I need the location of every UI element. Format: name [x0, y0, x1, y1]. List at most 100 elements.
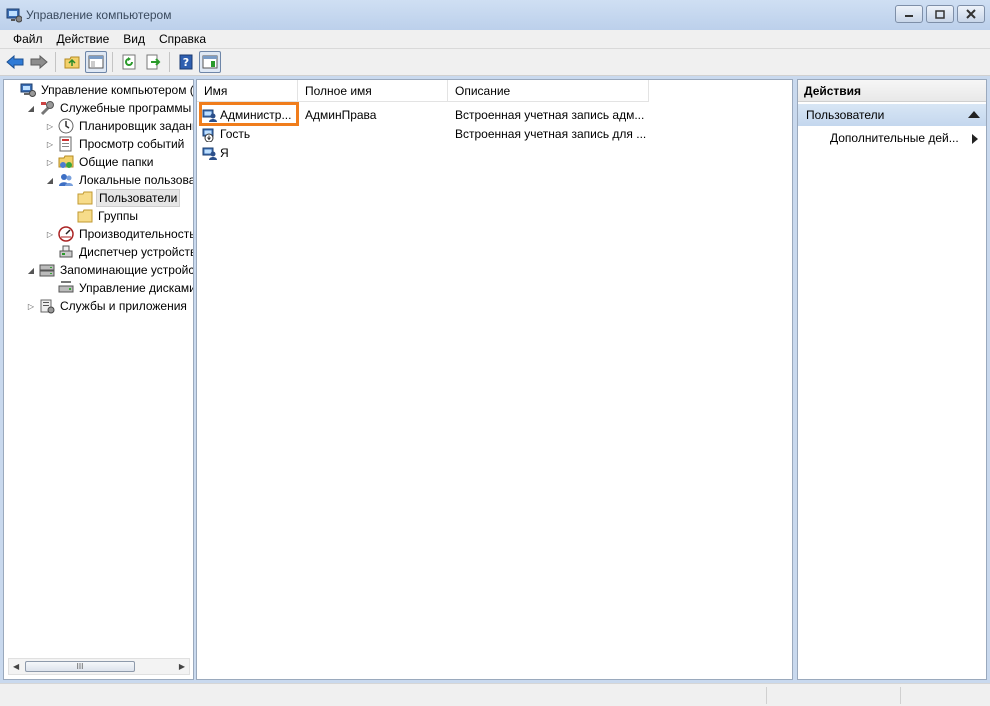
tree-expander-placeholder: [6, 84, 18, 96]
tree-item-label: Диспетчер устройств: [79, 245, 194, 259]
tree-expanded-arrow-icon[interactable]: ◢: [44, 174, 56, 186]
tree-expanded-arrow-icon[interactable]: ◢: [25, 102, 37, 114]
user-icon: [202, 107, 218, 123]
tree-item[interactable]: ◢ Запоминающие устройст: [25, 261, 194, 279]
console-tree-pane: Управление компьютером (л ◢ Служебные прог…: [3, 79, 194, 680]
scroll-thumb[interactable]: III: [25, 661, 135, 672]
event-viewer-icon: [58, 136, 74, 152]
maximize-button[interactable]: [926, 5, 954, 23]
help-button[interactable]: ?: [175, 51, 197, 73]
menu-action[interactable]: Действие: [50, 32, 117, 46]
export-list-icon: [146, 54, 161, 70]
show-hide-console-tree-button[interactable]: [85, 51, 107, 73]
tree-item[interactable]: Управление компьютером (л: [6, 81, 193, 99]
show-hide-action-pane-button[interactable]: [199, 51, 221, 73]
shared-folders-icon: [58, 154, 74, 170]
tree-expanded-arrow-icon[interactable]: ◢: [25, 264, 37, 276]
help-icon: ?: [179, 54, 193, 70]
actions-section-label: Пользователи: [806, 108, 885, 122]
computer-management-icon: [20, 82, 36, 98]
column-header-full-name[interactable]: Полное имя: [298, 80, 448, 102]
tree-expander-placeholder: [63, 192, 75, 204]
scroll-thumb-grip: III: [76, 662, 84, 671]
minimize-button[interactable]: [895, 5, 923, 23]
tree-item[interactable]: ◢ Локальные пользовате: [44, 171, 193, 189]
show-hide-actions-icon: [202, 55, 218, 69]
actions-section-users[interactable]: Пользователи: [798, 104, 986, 126]
user-full-name: [305, 124, 448, 143]
tree-expander-placeholder: [63, 210, 75, 222]
user-name: Я: [220, 145, 229, 160]
tree-item[interactable]: ▷ Службы и приложения: [25, 297, 189, 315]
more-actions-item[interactable]: Дополнительные дей...: [830, 131, 959, 145]
cell-name: Администр...: [202, 105, 297, 124]
tree-collapsed-arrow-icon[interactable]: ▷: [44, 138, 56, 150]
maximize-icon: [935, 9, 945, 19]
window-title: Управление компьютером: [26, 8, 172, 22]
tree-collapsed-arrow-icon[interactable]: ▷: [25, 300, 37, 312]
tree-item[interactable]: Пользователи: [63, 189, 181, 207]
tree-item-label: Общие папки: [79, 155, 154, 169]
refresh-button[interactable]: [118, 51, 140, 73]
title-bar: Управление компьютером: [0, 0, 990, 30]
back-button[interactable]: [4, 51, 26, 73]
tree-item[interactable]: ▷ Планировщик заданий: [44, 117, 193, 135]
cell-name: Гость: [202, 124, 297, 143]
tree-item[interactable]: Управление дисками: [44, 279, 193, 297]
user-list-row[interactable]: Я: [197, 143, 792, 162]
folder-icon: [77, 208, 93, 224]
tree-item[interactable]: Диспетчер устройств: [44, 243, 194, 261]
up-one-level-button[interactable]: [61, 51, 83, 73]
forward-button[interactable]: [28, 51, 50, 73]
folder-up-icon: [64, 56, 80, 69]
tree-collapsed-arrow-icon[interactable]: ▷: [44, 120, 56, 132]
tree-item[interactable]: ▷ Просмотр событий: [44, 135, 186, 153]
toolbar-separator: [112, 52, 113, 72]
tree-item-label: Службы и приложения: [60, 299, 187, 313]
user-full-name: [305, 143, 448, 162]
column-header-description[interactable]: Описание: [448, 80, 649, 102]
column-header-name[interactable]: Имя: [197, 80, 298, 102]
menu-file[interactable]: Файл: [6, 32, 50, 46]
tree-item[interactable]: ▷ Производительность: [44, 225, 194, 243]
actions-pane: Действия Пользователи Дополнительные дей…: [797, 79, 987, 680]
tree-item[interactable]: Группы: [63, 207, 140, 225]
user-full-name: АдминПрава: [305, 107, 377, 122]
computer-management-app-icon: [6, 7, 23, 23]
local-users-icon: [58, 172, 74, 188]
cell-name: Я: [202, 143, 297, 162]
results-list-pane: Имя Полное имя Описание Администр... Адми…: [196, 79, 793, 680]
menu-bar: Файл Действие Вид Справка: [0, 30, 990, 49]
user-description: Встроенная учетная запись для ...: [455, 126, 647, 141]
tree-item-label: Группы: [98, 209, 138, 223]
scroll-left-arrow-icon[interactable]: ◀: [13, 662, 19, 671]
user-list-row[interactable]: Администр... АдминПрава Встроенная учетная…: [197, 105, 792, 124]
menu-help[interactable]: Справка: [152, 32, 213, 46]
refresh-icon: [122, 54, 136, 70]
close-button[interactable]: [957, 5, 985, 23]
menu-view[interactable]: Вид: [116, 32, 152, 46]
submenu-arrow-icon[interactable]: [972, 134, 978, 144]
system-tools-icon: [39, 100, 55, 116]
tree-collapsed-arrow-icon[interactable]: ▷: [44, 156, 56, 168]
tree-item-label: Запоминающие устройст: [60, 263, 194, 277]
disk-management-icon: [58, 280, 74, 296]
disabled-user-icon: [202, 126, 218, 142]
performance-icon: [58, 226, 74, 242]
export-list-button[interactable]: [142, 51, 164, 73]
user-list-row[interactable]: Гость Встроенная учетная запись для ...: [197, 124, 792, 143]
tree-item[interactable]: ▷ Общие папки: [44, 153, 155, 171]
status-separator: [766, 687, 767, 704]
back-arrow-icon: [6, 55, 24, 69]
show-hide-tree-icon: [88, 55, 104, 69]
collapse-triangle-icon[interactable]: [968, 111, 980, 118]
tree-item-label: Локальные пользовате: [79, 173, 193, 187]
actions-header: Действия: [798, 80, 986, 102]
tree-collapsed-arrow-icon[interactable]: ▷: [44, 228, 56, 240]
tree-expander-placeholder: [44, 246, 56, 258]
tree-horizontal-scrollbar[interactable]: ◀ III ▶: [8, 658, 190, 675]
scroll-right-arrow-icon[interactable]: ▶: [179, 662, 185, 671]
tree-item-label: Производительность: [79, 227, 194, 241]
tree-item[interactable]: ◢ Служебные программы: [25, 99, 193, 117]
user-name: Администр...: [220, 107, 292, 122]
